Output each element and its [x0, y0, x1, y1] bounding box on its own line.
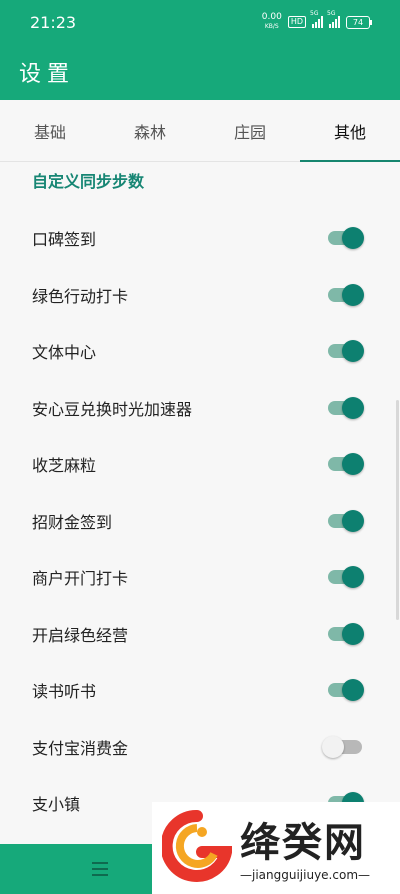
setting-row[interactable]: 收芝麻粒	[0, 436, 400, 493]
setting-row[interactable]: 安心豆兑换时光加速器	[0, 380, 400, 437]
watermark-brand: 绛癸网	[240, 820, 366, 866]
toggle-thumb	[342, 566, 364, 589]
tab-forest[interactable]: 森林	[100, 100, 200, 161]
page-title: 设置	[19, 62, 76, 87]
setting-row[interactable]: 开启绿色经营	[0, 606, 400, 663]
section-title[interactable]: 自定义同步步数	[32, 168, 144, 192]
hd-icon: HD	[287, 16, 306, 28]
setting-label: 支付宝消费金	[32, 738, 129, 758]
setting-label: 文体中心	[32, 343, 97, 363]
setting-label: 招财金签到	[32, 512, 113, 532]
setting-label: 开启绿色经营	[32, 625, 129, 645]
toggle-thumb	[342, 679, 364, 702]
toggle-thumb	[342, 509, 364, 532]
setting-label: 读书听书	[32, 682, 97, 702]
status-icons: 0.00 KB/S HD 5G 5G 74	[261, 10, 372, 31]
toggle-thumb	[342, 283, 364, 306]
tab-bar: 基础 森林 庄园 其他	[0, 100, 400, 162]
toggle-switch[interactable]	[322, 735, 364, 758]
tab-basic[interactable]: 基础	[0, 100, 100, 161]
toggle-switch[interactable]	[328, 227, 364, 250]
toggle-switch[interactable]	[328, 622, 364, 645]
toggle-thumb	[342, 622, 364, 645]
toggle-switch[interactable]	[328, 340, 364, 363]
watermark-logo-icon	[162, 810, 232, 882]
setting-row[interactable]: 招财金签到	[0, 493, 400, 550]
setting-row[interactable]: 读书听书	[0, 662, 400, 719]
setting-row[interactable]: 商户开门打卡	[0, 549, 400, 606]
setting-label: 商户开门打卡	[32, 569, 129, 589]
toggle-switch[interactable]	[328, 566, 364, 589]
status-time: 21:23	[30, 12, 77, 32]
toggle-switch[interactable]	[328, 509, 364, 532]
status-bar: 21:23 0.00 KB/S HD 5G 5G 74	[0, 0, 400, 44]
toggle-switch[interactable]	[328, 283, 364, 306]
setting-label: 收芝麻粒	[32, 456, 97, 476]
tab-other[interactable]: 其他	[300, 100, 400, 162]
watermark: 绛癸网 —jiangguijiuye.com—	[152, 802, 400, 894]
setting-label: 安心豆兑换时光加速器	[32, 399, 193, 419]
toggle-thumb	[342, 453, 364, 476]
network-speed: 0.00 KB/S	[261, 12, 282, 31]
battery-icon: 74	[346, 15, 372, 29]
app-bar: 设置	[0, 44, 400, 100]
toggle-switch[interactable]	[328, 453, 364, 476]
signal-icon: 5G	[310, 10, 323, 28]
toggle-thumb	[342, 227, 364, 250]
settings-list: 口碑签到绿色行动打卡 文体中心安心豆兑换时光加速器 收芝麻粒招财金签到商户开门打卡开…	[0, 210, 400, 832]
toggle-switch[interactable]	[328, 679, 364, 702]
setting-label: 支小镇	[32, 795, 81, 815]
setting-row[interactable]: 支付宝消费金	[0, 719, 400, 776]
toggle-thumb	[322, 735, 344, 758]
scrollbar[interactable]	[396, 400, 399, 620]
setting-label: 口碑签到	[32, 230, 97, 250]
toggle-thumb	[342, 396, 364, 419]
signal-icon-2: 5G	[327, 10, 340, 28]
setting-label: 绿色行动打卡	[32, 286, 129, 306]
tab-manor[interactable]: 庄园	[200, 100, 300, 161]
watermark-url: —jiangguijiuye.com—	[240, 868, 371, 882]
toggle-thumb	[342, 340, 364, 363]
menu-icon[interactable]	[92, 862, 108, 876]
setting-row[interactable]: 文体中心	[0, 323, 400, 380]
toggle-switch[interactable]	[328, 396, 364, 419]
setting-row[interactable]: 绿色行动打卡	[0, 267, 400, 324]
setting-row[interactable]: 口碑签到	[0, 210, 400, 267]
